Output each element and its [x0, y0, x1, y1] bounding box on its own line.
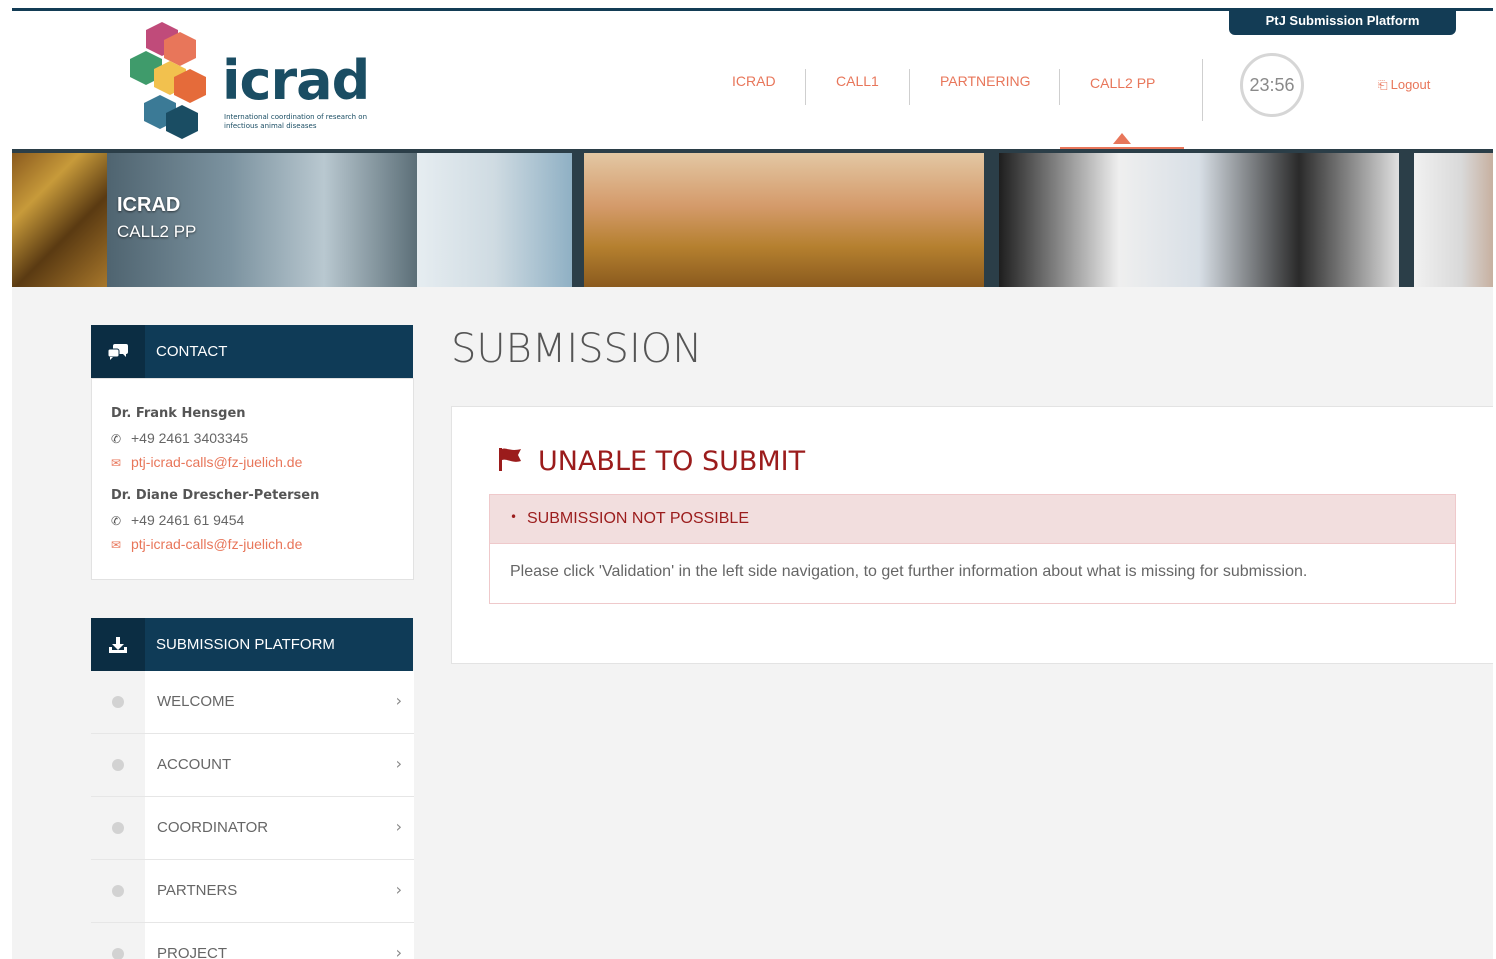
nav-partnering[interactable]: PARTNERING: [940, 73, 1031, 89]
menu-item-label: COORDINATOR: [157, 819, 269, 836]
contact-panel-header: CONTACT: [91, 325, 413, 378]
hexagon-logo-icon: [130, 22, 206, 139]
nav-divider: [805, 69, 806, 105]
nav-icrad[interactable]: ICRAD: [732, 73, 776, 89]
contact-email[interactable]: ✉ ptj-icrad-calls@fz-juelich.de: [111, 454, 302, 470]
status-dot-icon: [112, 696, 124, 708]
chevron-right-icon: ›: [395, 943, 402, 959]
status-dot-icon: [112, 948, 124, 959]
submission-platform-heading: SUBMISSION PLATFORM: [156, 636, 335, 653]
icrad-logo[interactable]: icrad International coordination of rese…: [130, 17, 390, 142]
logout-link[interactable]: ⎗ Logout: [1378, 77, 1430, 93]
logout-icon: ⎗: [1378, 78, 1388, 92]
contact-name: Dr. Diane Drescher-Petersen: [111, 488, 320, 503]
menu-bullet: [91, 734, 145, 796]
page-title: SUBMISSION: [451, 326, 703, 372]
alert-title: SUBMISSION NOT POSSIBLE: [527, 510, 749, 527]
banner-photo-lab: [107, 153, 417, 287]
banner-photo-pigs: [584, 153, 984, 287]
error-alert: • SUBMISSION NOT POSSIBLE Please click '…: [489, 494, 1456, 604]
banner-photo-cows: [999, 153, 1399, 287]
alert-header: • SUBMISSION NOT POSSIBLE: [490, 495, 1455, 544]
menu-item-welcome[interactable]: WELCOME ›: [91, 671, 414, 734]
contact-phone: ✆ +49 2461 3403345: [111, 430, 248, 446]
contact-heading: CONTACT: [156, 343, 228, 360]
nav-call2-pp[interactable]: CALL2 PP: [1090, 75, 1155, 91]
logout-label: Logout: [1390, 77, 1431, 92]
email-link[interactable]: ptj-icrad-calls@fz-juelich.de: [131, 536, 302, 552]
page: PtJ Submission Platform icrad Internatio…: [12, 8, 1493, 959]
menu-item-label: ACCOUNT: [157, 756, 232, 773]
platform-tab[interactable]: PtJ Submission Platform: [1229, 11, 1456, 35]
hero-banner: ICRAD CALL2 PP: [12, 149, 1493, 287]
chevron-right-icon: ›: [395, 880, 402, 899]
phone-icon: ✆: [111, 514, 122, 528]
phone-number: +49 2461 3403345: [131, 430, 249, 446]
envelope-icon: ✉: [111, 456, 122, 470]
menu-item-label: PARTNERS: [157, 882, 238, 899]
chevron-right-icon: ›: [395, 691, 402, 710]
phone-number: +49 2461 61 9454: [131, 512, 245, 528]
menu-item-project[interactable]: PROJECT ›: [91, 923, 414, 959]
logo-wordmark: icrad: [222, 49, 370, 112]
error-heading-text: UNABLE TO SUBMIT: [538, 445, 806, 477]
chat-bubbles-icon: [91, 325, 145, 378]
banner-subtitle: CALL2 PP: [117, 222, 197, 241]
download-icon: [91, 618, 145, 671]
status-dot-icon: [112, 759, 124, 771]
phone-icon: ✆: [111, 432, 122, 446]
site-header: PtJ Submission Platform icrad Internatio…: [12, 11, 1493, 152]
alert-message: Please click 'Validation' in the left si…: [510, 563, 1308, 580]
nav-call1[interactable]: CALL1: [836, 73, 879, 89]
menu-item-partners[interactable]: PARTNERS ›: [91, 860, 414, 923]
status-dot-icon: [112, 885, 124, 897]
contact-name: Dr. Frank Hensgen: [111, 406, 246, 421]
nav-divider: [909, 69, 910, 105]
status-dot-icon: [112, 822, 124, 834]
menu-bullet: [91, 797, 145, 859]
submission-platform-header: SUBMISSION PLATFORM: [91, 618, 413, 671]
submission-card: UNABLE TO SUBMIT • SUBMISSION NOT POSSIB…: [451, 406, 1493, 664]
menu-item-coordinator[interactable]: COORDINATOR ›: [91, 797, 414, 860]
chevron-right-icon: ›: [395, 754, 402, 773]
contact-panel: Dr. Frank Hensgen ✆ +49 2461 3403345 ✉ ptj…: [91, 378, 414, 580]
bullet-icon: •: [510, 510, 518, 524]
banner-photo-scientist: [417, 153, 572, 287]
contact-email[interactable]: ✉ ptj-icrad-calls@fz-juelich.de: [111, 536, 302, 552]
contact-phone: ✆ +49 2461 61 9454: [111, 512, 244, 528]
session-timer: 23:56: [1240, 53, 1304, 117]
logo-subtitle: International coordination of research o…: [224, 113, 368, 130]
banner-photo-vet: [1414, 153, 1493, 287]
menu-item-account[interactable]: ACCOUNT ›: [91, 734, 414, 797]
banner-photo-bees: [12, 153, 107, 287]
menu-bullet: [91, 923, 145, 959]
menu-item-label: WELCOME: [157, 693, 235, 710]
nav-divider: [1059, 69, 1060, 105]
chevron-right-icon: ›: [395, 817, 402, 836]
nav-divider: [1202, 59, 1203, 121]
email-link[interactable]: ptj-icrad-calls@fz-juelich.de: [131, 454, 302, 470]
envelope-icon: ✉: [111, 538, 122, 552]
menu-bullet: [91, 860, 145, 922]
menu-item-label: PROJECT: [157, 945, 228, 959]
menu-bullet: [91, 671, 145, 733]
error-heading: UNABLE TO SUBMIT: [496, 445, 805, 477]
active-nav-caret: [1113, 133, 1131, 144]
flag-icon: [496, 445, 524, 477]
banner-title: ICRAD: [117, 194, 181, 216]
submission-menu: WELCOME › ACCOUNT › COORDINATOR › PARTNE…: [91, 671, 414, 959]
